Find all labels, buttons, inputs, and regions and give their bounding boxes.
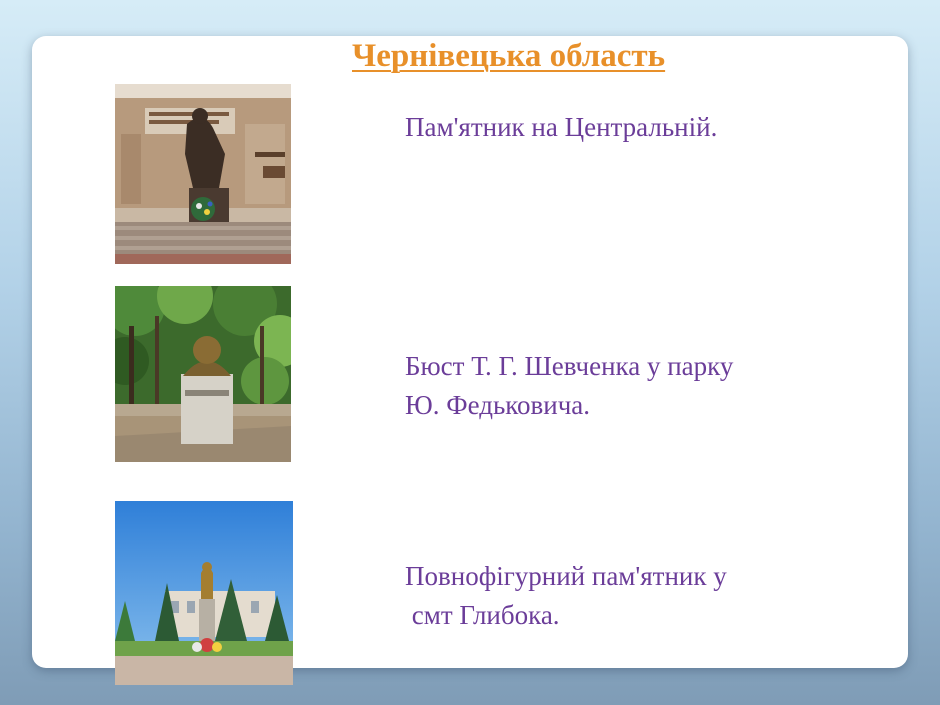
shevchenko-bust-park-photo — [115, 286, 291, 462]
caption-shevchenko-bust: Бюст Т. Г. Шевченка у парку Ю. Федькович… — [405, 351, 734, 420]
slide-title: Чернівецька область — [352, 38, 666, 74]
full-figure-monument-hlyboka-photo — [115, 501, 293, 685]
caption-hlyboka-monument: Повнофігурний пам'ятник у смт Глибока. — [405, 561, 727, 630]
caption-central-monument: Пам'ятник на Центральній. — [405, 112, 718, 142]
monument-central-square-photo — [115, 84, 291, 264]
